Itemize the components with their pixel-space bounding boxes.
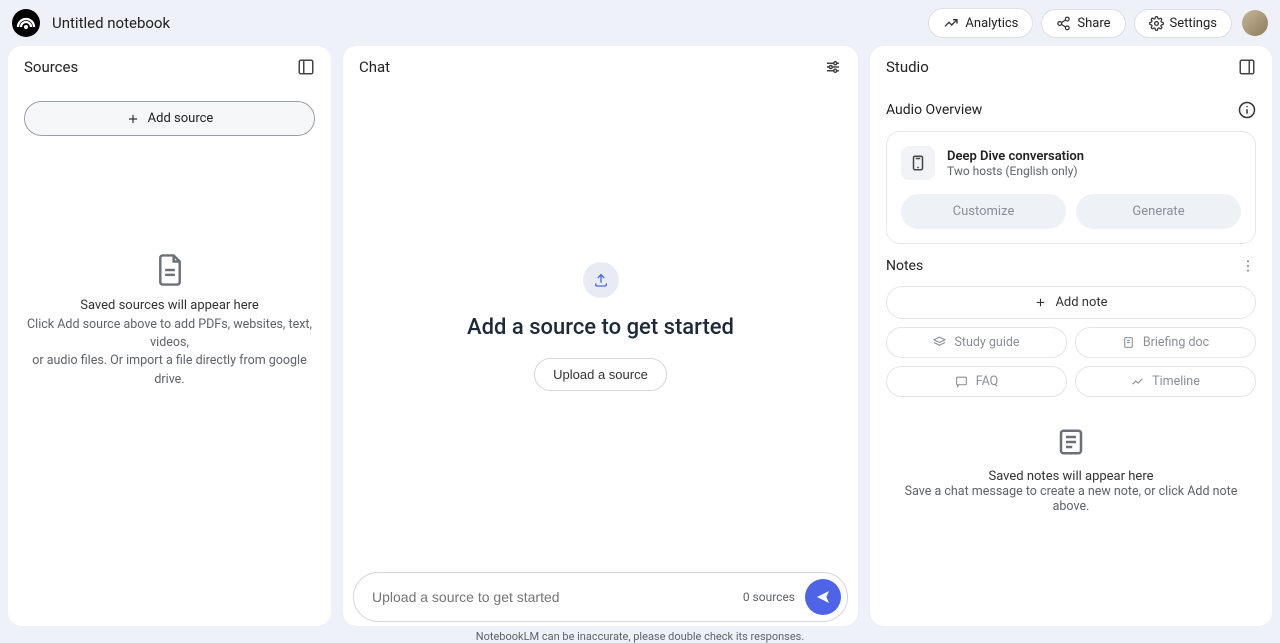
notes-more-icon[interactable] xyxy=(1240,258,1256,274)
study-guide-label: Study guide xyxy=(954,335,1019,350)
analytics-button[interactable]: Analytics xyxy=(928,8,1033,38)
sources-empty-title: Saved sources will appear here xyxy=(80,297,259,316)
deep-dive-sub: Two hosts (English only) xyxy=(947,164,1084,178)
add-note-label: Add note xyxy=(1055,295,1107,310)
briefing-doc-button[interactable]: Briefing doc xyxy=(1075,327,1256,358)
share-button[interactable]: Share xyxy=(1041,9,1125,38)
faq-icon xyxy=(955,375,968,388)
document-icon xyxy=(155,253,185,287)
footer-disclaimer: NotebookLM can be inaccurate, please dou… xyxy=(0,626,1280,643)
source-count: 0 sources xyxy=(743,590,795,604)
add-note-button[interactable]: Add note xyxy=(886,286,1256,319)
chat-cta-title: Add a source to get started xyxy=(467,312,734,344)
plus-icon xyxy=(1034,296,1047,309)
briefing-doc-icon xyxy=(1122,336,1135,349)
notes-title: Notes xyxy=(886,258,923,274)
timeline-button[interactable]: Timeline xyxy=(1075,366,1256,397)
chat-settings-icon[interactable] xyxy=(824,58,842,76)
app-logo xyxy=(12,9,40,37)
chat-panel: Chat Add a source to get started Upload … xyxy=(343,46,858,626)
share-label: Share xyxy=(1077,16,1110,31)
conversation-icon xyxy=(901,146,935,180)
faq-label: FAQ xyxy=(976,374,999,389)
timeline-icon xyxy=(1131,375,1144,388)
settings-button[interactable]: Settings xyxy=(1134,9,1232,38)
briefing-doc-label: Briefing doc xyxy=(1143,335,1209,350)
upload-icon xyxy=(583,262,619,298)
studio-panel: Studio Audio Overview Deep Dive conversa… xyxy=(870,46,1272,626)
gear-icon xyxy=(1149,16,1164,31)
faq-button[interactable]: FAQ xyxy=(886,366,1067,397)
customize-button[interactable]: Customize xyxy=(901,194,1066,229)
send-icon xyxy=(815,589,831,605)
notes-empty-sub: Save a chat message to create a new note… xyxy=(890,484,1252,514)
chat-input-container: 0 sources xyxy=(353,572,848,622)
study-guide-button[interactable]: Study guide xyxy=(886,327,1067,358)
analytics-icon xyxy=(943,15,959,31)
chat-input[interactable] xyxy=(372,589,733,605)
deep-dive-card: Deep Dive conversation Two hosts (Englis… xyxy=(886,131,1256,244)
studio-heading: Studio xyxy=(886,58,929,76)
share-icon xyxy=(1056,16,1071,31)
study-guide-icon xyxy=(933,336,946,349)
note-icon xyxy=(1056,427,1086,457)
upload-source-button[interactable]: Upload a source xyxy=(534,358,667,391)
sources-empty-line1: Click Add source above to add PDFs, webs… xyxy=(22,316,317,352)
deep-dive-title: Deep Dive conversation xyxy=(947,149,1084,164)
analytics-label: Analytics xyxy=(965,16,1018,31)
sources-empty-line2: or audio files. Or import a file directl… xyxy=(22,352,317,388)
notebook-title[interactable]: Untitled notebook xyxy=(52,14,170,32)
info-icon[interactable] xyxy=(1238,101,1256,119)
avatar[interactable] xyxy=(1242,10,1268,36)
notes-empty-title: Saved notes will appear here xyxy=(890,469,1252,484)
sources-panel: Sources Add source Saved sources will ap… xyxy=(8,46,331,626)
generate-button[interactable]: Generate xyxy=(1076,194,1241,229)
audio-overview-title: Audio Overview xyxy=(886,102,982,118)
send-button[interactable] xyxy=(805,579,841,615)
settings-label: Settings xyxy=(1170,16,1217,31)
timeline-label: Timeline xyxy=(1152,374,1200,389)
collapse-studio-icon[interactable] xyxy=(1238,58,1256,76)
chat-heading: Chat xyxy=(359,58,390,76)
